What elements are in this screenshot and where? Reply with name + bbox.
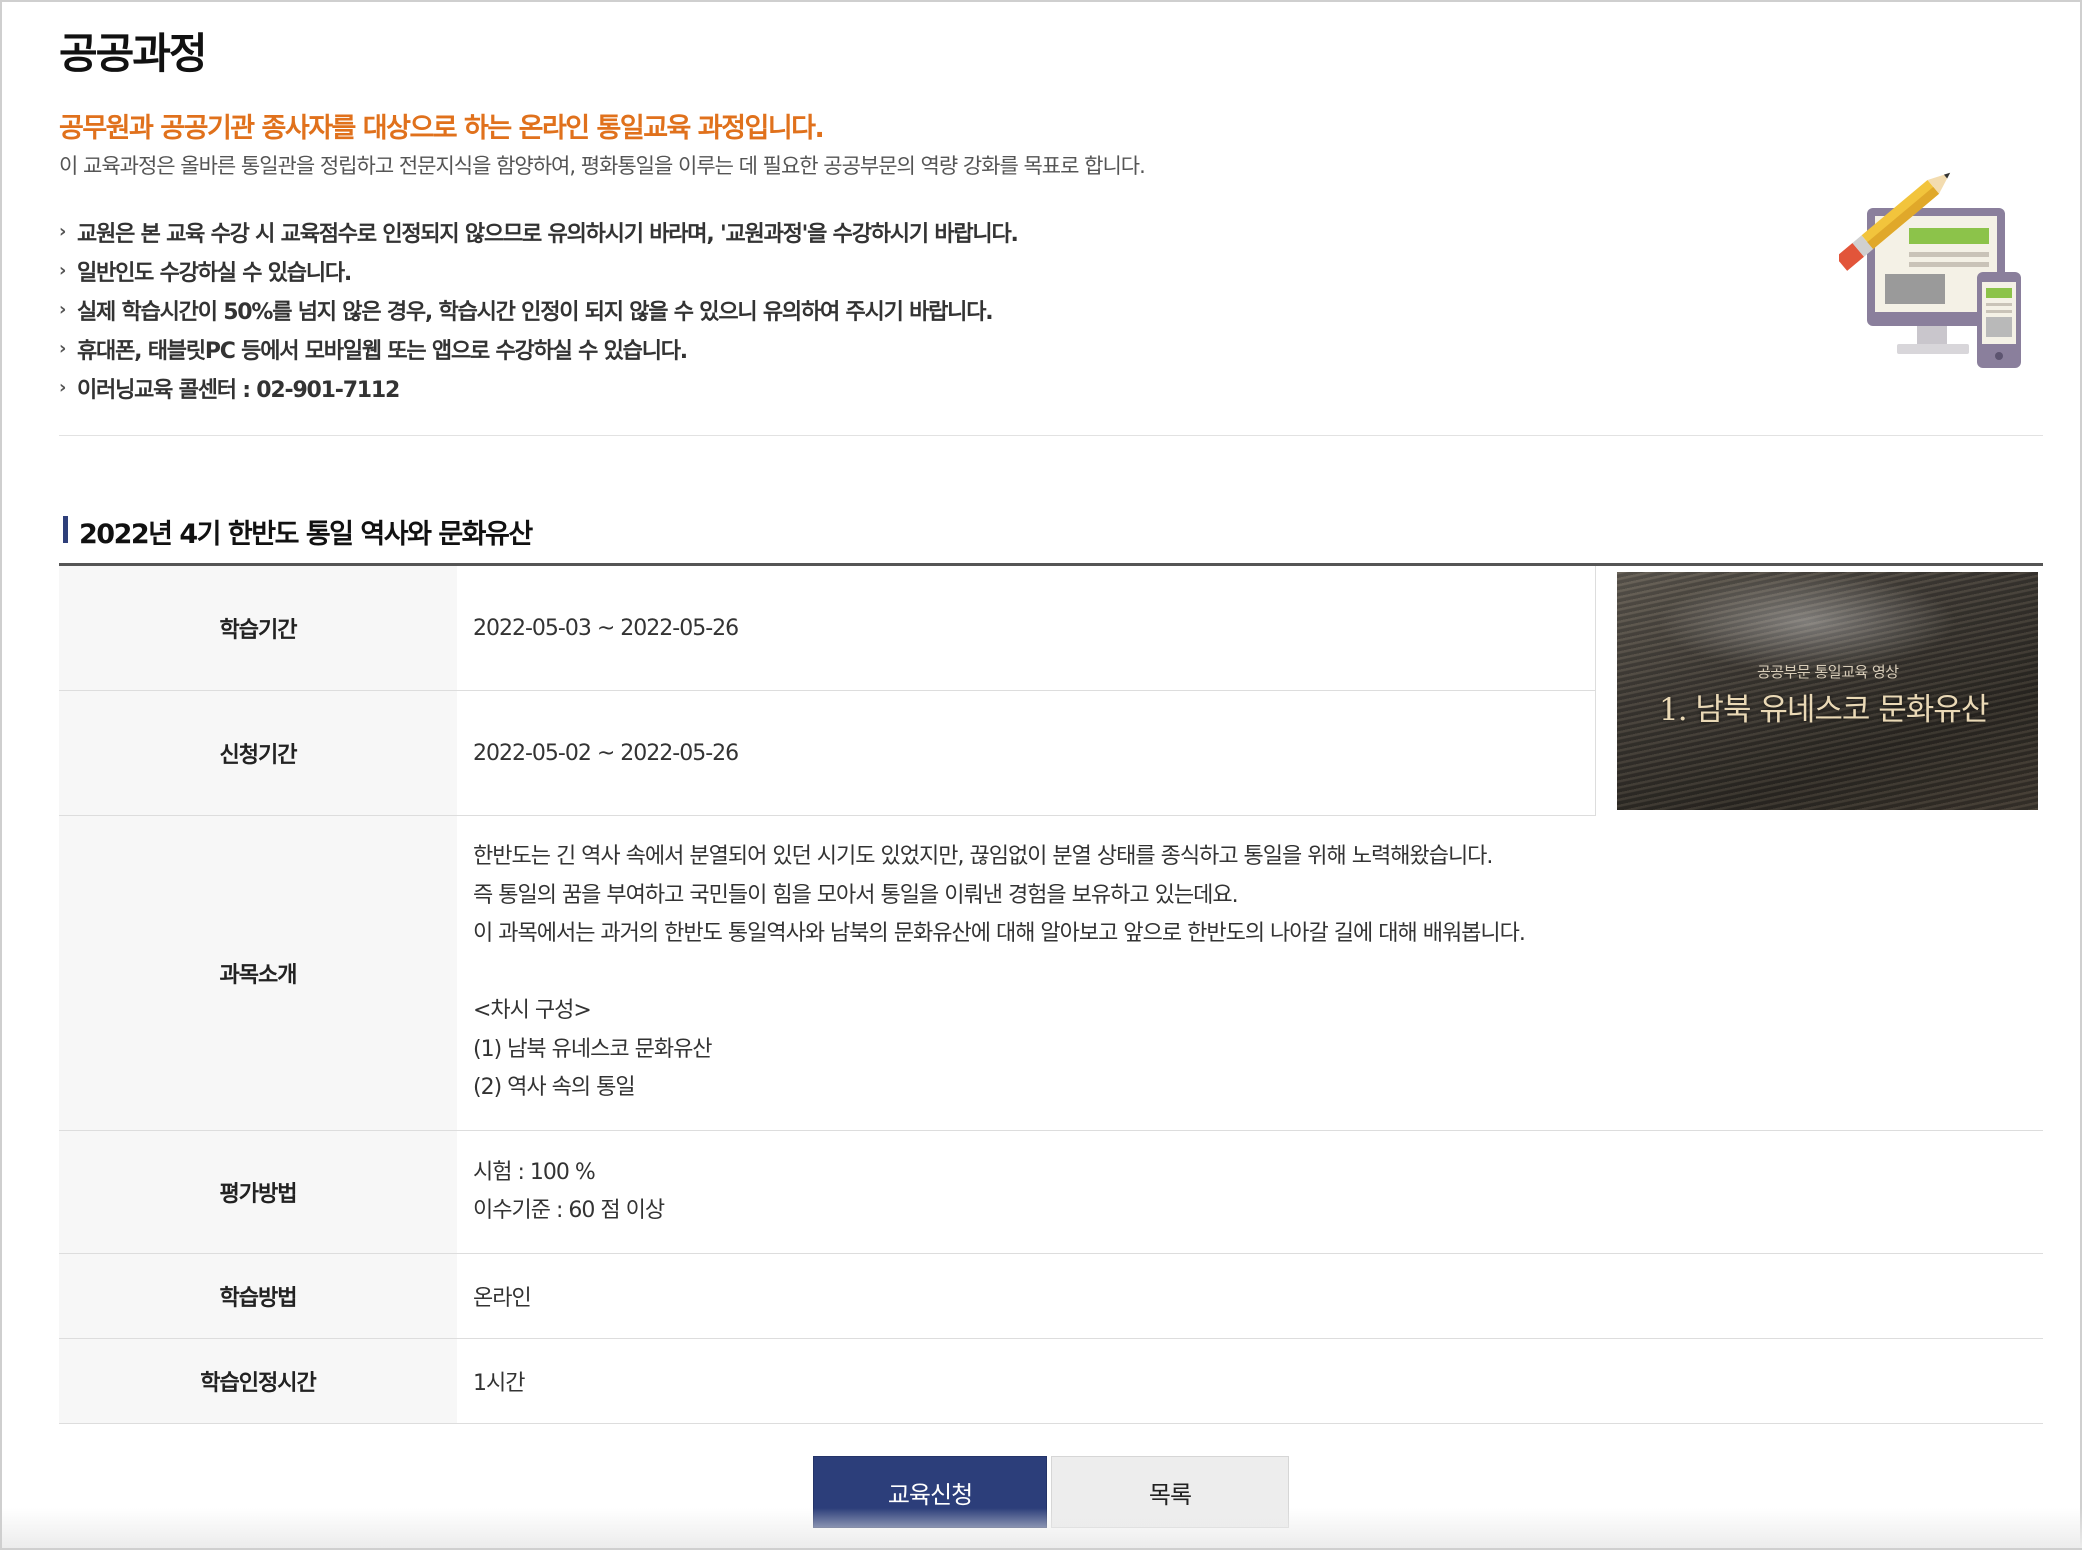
evaluation-line: 이수기준 : 60 점 이상 — [473, 1198, 665, 1223]
row-label: 학습기간 — [59, 566, 457, 690]
course-thumbnail[interactable]: 공공부문 통일교육 영상 1. 남북 유네스코 문화유산 — [1617, 572, 2038, 810]
notice-item: › 이러닝교육 콜센터 : 02-901-7112 — [59, 368, 1018, 407]
intro-line: 한반도는 긴 역사 속에서 분열되어 있던 시기도 있었지만, 끊임없이 분열 … — [473, 844, 1493, 870]
row-label: 과목소개 — [59, 816, 457, 1130]
row-label: 평가방법 — [59, 1131, 457, 1253]
row-value: 2022-05-03 ~ 2022-05-26 — [457, 566, 1595, 690]
intro-line: (1) 남북 유네스코 문화유산 — [473, 1036, 713, 1062]
notice-list: › 교원은 본 교육 수강 시 교육점수로 인정되지 않으므로 유의하시기 바라… — [59, 212, 1019, 407]
intro-description: 이 교육과정은 올바른 통일관을 정립하고 전문지식을 함양하여, 평화통일을 … — [59, 154, 1146, 178]
course-title: 2022년 4기 한반도 통일 역사와 문화유산 — [63, 512, 533, 551]
notice-text: 이러닝교육 콜센터 : 02-901-7112 — [77, 377, 400, 403]
section-divider — [59, 435, 2043, 436]
notice-text: 실제 학습시간이 50%를 넘지 않은 경우, 학습시간 인정이 되지 않을 수… — [77, 299, 994, 325]
notice-text: 일반인도 수강하실 수 있습니다. — [77, 260, 352, 286]
row-label: 학습방법 — [59, 1254, 457, 1338]
course-intro-text: 한반도는 긴 역사 속에서 분열되어 있던 시기도 있었지만, 끊임없이 분열 … — [457, 816, 2043, 1130]
intro-headline: 공무원과 공공기관 종사자를 대상으로 하는 온라인 통일교육 과정입니다. — [59, 113, 825, 144]
table-row-credit-hours: 학습인정시간 1시간 — [59, 1339, 2043, 1424]
page-title: 공공과정 — [59, 29, 208, 78]
row-label: 학습인정시간 — [59, 1339, 457, 1423]
intro-line: 이 과목에서는 과거의 한반도 통일역사와 남북의 문화유산에 대해 알아보고 … — [473, 921, 1526, 947]
table-row-evaluation: 평가방법 시험 : 100 % 이수기준 : 60 점 이상 — [59, 1131, 2043, 1254]
row-value: 온라인 — [457, 1254, 2043, 1338]
notice-item: › 휴대폰, 태블릿PC 등에서 모바일웹 또는 앱으로 수강하실 수 있습니다… — [59, 329, 1018, 368]
thumbnail-subtitle: 공공부문 통일교육 영상 — [1757, 663, 1899, 681]
course-thumbnail-cell: 공공부문 통일교육 영상 1. 남북 유네스코 문화유산 — [1595, 566, 2043, 816]
thumbnail-glow — [1657, 572, 1957, 672]
chevron-right-icon: › — [59, 338, 66, 359]
notice-text: 교원은 본 교육 수강 시 교육점수로 인정되지 않으므로 유의하시기 바라며,… — [77, 221, 1019, 247]
chevron-right-icon: › — [59, 260, 66, 281]
notice-item: › 교원은 본 교육 수강 시 교육점수로 인정되지 않으므로 유의하시기 바라… — [59, 212, 1019, 251]
intro-line: (2) 역사 속의 통일 — [473, 1075, 636, 1101]
evaluation-line: 시험 : 100 % — [473, 1159, 596, 1185]
chevron-right-icon: › — [59, 299, 66, 320]
intro-line — [473, 954, 2043, 993]
page-frame: 공공과정 공무원과 공공기관 종사자를 대상으로 하는 온라인 통일교육 과정입… — [0, 0, 2082, 1550]
credit-hours-value: 1시간 — [473, 1371, 525, 1396]
notice-text: 휴대폰, 태블릿PC 등에서 모바일웹 또는 앱으로 수강하실 수 있습니다. — [77, 338, 688, 364]
chevron-right-icon: › — [59, 377, 66, 398]
table-row-course-intro: 과목소개 한반도는 긴 역사 속에서 분열되어 있던 시기도 있었지만, 끊임없… — [59, 816, 2043, 1131]
notice-item: › 일반인도 수강하실 수 있습니다. — [59, 251, 1018, 290]
bottom-fade — [2, 1508, 2082, 1548]
method-value: 온라인 — [473, 1286, 532, 1311]
thumbnail-caption: 1. 남북 유네스코 문화유산 — [1659, 692, 1989, 728]
intro-line: <차시 구성> — [473, 998, 592, 1024]
row-value: 2022-05-02 ~ 2022-05-26 — [457, 691, 1595, 815]
row-value: 1시간 — [457, 1339, 2043, 1423]
apply-period-value: 2022-05-02 ~ 2022-05-26 — [473, 740, 739, 766]
chevron-right-icon: › — [59, 221, 66, 242]
row-value: 시험 : 100 % 이수기준 : 60 점 이상 — [457, 1131, 2043, 1253]
intro-line: 즉 통일의 꿈을 부여하고 국민들이 힘을 모아서 통일을 이뤄낸 경험을 보유… — [473, 882, 1239, 908]
row-label: 신청기간 — [59, 691, 457, 815]
study-period-value: 2022-05-03 ~ 2022-05-26 — [473, 615, 739, 641]
pencil-monitor-mobile-icon — [1835, 170, 2029, 370]
notice-item: › 실제 학습시간이 50%를 넘지 않은 경우, 학습시간 인정이 되지 않을… — [59, 290, 1018, 329]
table-row-method: 학습방법 온라인 — [59, 1254, 2043, 1339]
